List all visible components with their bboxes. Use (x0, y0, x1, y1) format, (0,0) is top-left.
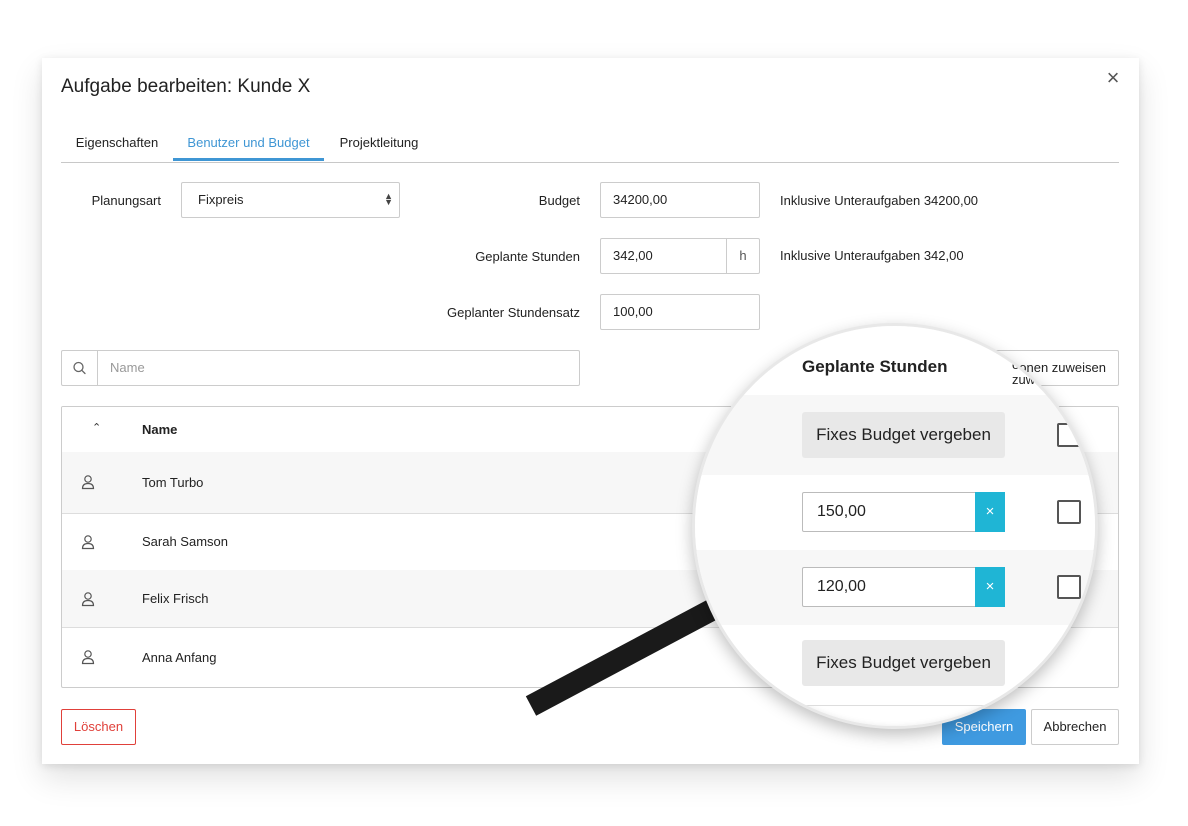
stundensatz-label: Geplanter Stundensatz (447, 305, 580, 320)
tab-bar: Eigenschaften Benutzer und Budget Projek… (61, 126, 1119, 163)
budget-input[interactable]: 34200,00 (600, 182, 760, 218)
close-icon[interactable]: × (1103, 67, 1123, 89)
delete-button[interactable]: Löschen (61, 709, 136, 745)
clear-icon[interactable]: × (975, 567, 1005, 607)
lens-row: 120,00 × (695, 550, 1095, 626)
row-checkbox[interactable] (1057, 575, 1081, 599)
tab-eigenschaften[interactable]: Eigenschaften (61, 126, 173, 160)
geplante-stunden-label: Geplante Stunden (475, 249, 580, 264)
user-icon (81, 475, 95, 490)
fixed-budget-button[interactable]: Fixes Budget vergeben (802, 412, 1005, 458)
lens-column-header: Geplante Stunden (802, 357, 948, 376)
lens-row: Fixes Budget vergeben (695, 625, 1095, 706)
stundensatz-input[interactable]: 100,00 (600, 294, 760, 330)
geplante-stunden-input[interactable]: 342,00 h (600, 238, 760, 274)
lens-assign-fragment: onen zuweisen (1012, 357, 1067, 387)
user-icon (81, 535, 95, 550)
search-input[interactable]: Name (110, 351, 145, 385)
budget-label: Budget (538, 193, 580, 208)
clear-icon[interactable]: × (975, 492, 1005, 532)
select-arrows-icon: ▲ ▼ (384, 191, 393, 207)
column-header-name[interactable]: Name (142, 407, 177, 452)
magnifier-lens: Geplante Stunden onen zuweisen Fixes Bud… (692, 323, 1098, 729)
row-user-name: Anna Anfang (142, 650, 217, 665)
user-icon (81, 650, 95, 665)
geplante-stunden-value: 342,00 (613, 248, 653, 263)
row-user-name: Sarah Samson (142, 534, 228, 549)
planungsart-label: Planungsart (91, 193, 161, 208)
user-icon (81, 592, 95, 607)
budget-info: Inklusive Unteraufgaben 34200,00 (780, 193, 979, 208)
sort-ascending-icon[interactable]: ⌃ (92, 421, 101, 434)
hours-input[interactable]: 120,00 × (802, 567, 1005, 607)
row-user-name: Felix Frisch (142, 591, 209, 606)
stunden-info: Inklusive Unteraufgaben 342,00 (780, 248, 964, 263)
planungsart-value: Fixpreis (198, 192, 244, 207)
planungsart-select[interactable]: Fixpreis ▲ ▼ (181, 182, 400, 218)
lens-row: Fixes Budget vergeben (695, 395, 1095, 476)
search-field[interactable]: Name (61, 350, 580, 386)
hours-input-value: 120,00 (817, 578, 866, 595)
row-checkbox[interactable] (1057, 500, 1081, 524)
row-checkbox[interactable] (1057, 423, 1081, 447)
tab-benutzer-und-budget[interactable]: Benutzer und Budget (173, 126, 324, 161)
search-icon (62, 351, 98, 385)
dialog-title: Aufgabe bearbeiten: Kunde X (61, 76, 311, 97)
fixed-budget-button[interactable]: Fixes Budget vergeben (802, 640, 1005, 686)
hours-unit-addon: h (726, 239, 759, 273)
hours-input-value: 150,00 (817, 503, 866, 520)
tab-projektleitung[interactable]: Projektleitung (324, 126, 434, 160)
row-user-name: Tom Turbo (142, 475, 204, 490)
lens-row: 150,00 × (695, 475, 1095, 551)
lens-header-row: Geplante Stunden onen zuweisen (695, 326, 1095, 396)
hours-input[interactable]: 150,00 × (802, 492, 1005, 532)
